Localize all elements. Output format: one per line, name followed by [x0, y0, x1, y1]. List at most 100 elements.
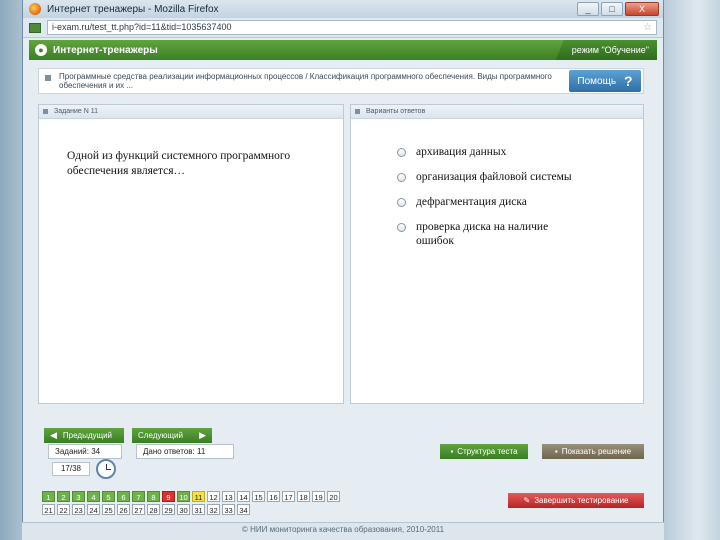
app-header: ● Интернет-тренажеры режим "Обучение" [29, 40, 657, 60]
answer-option[interactable]: дефрагментация диска [397, 195, 643, 209]
previous-label: Предыдущий [62, 431, 112, 440]
task-cell[interactable]: 8 [147, 491, 160, 502]
arrow-left-icon: ◀ [50, 430, 57, 440]
task-cell[interactable]: 26 [117, 504, 130, 515]
minimize-button[interactable]: _ [577, 2, 599, 16]
task-cell[interactable]: 17 [282, 491, 295, 502]
task-cell[interactable]: 22 [57, 504, 70, 515]
answer-label: проверка диска на наличие ошибок [416, 221, 549, 247]
copyright: © НИИ мониторинга качества образования, … [22, 522, 664, 540]
task-cell[interactable]: 12 [207, 491, 220, 502]
answers-panel: Варианты ответов архивация данных органи… [350, 104, 644, 404]
answer-list: архивация данных организация файловой си… [397, 145, 643, 248]
task-cell[interactable]: 10 [177, 491, 190, 502]
task-cell[interactable]: 11 [192, 491, 205, 502]
breadcrumb: Программные средства реализации информац… [38, 68, 644, 94]
task-cell[interactable]: 9 [162, 491, 175, 502]
answer-label: архивация данных [416, 146, 507, 158]
finish-icon: ✎ [523, 496, 531, 505]
radio-button[interactable] [397, 198, 406, 207]
finish-test-button[interactable]: ✎ Завершить тестирование [508, 493, 644, 508]
task-cell[interactable]: 21 [42, 504, 55, 515]
task-cell[interactable]: 1 [42, 491, 55, 502]
app-title: Интернет-тренажеры [53, 44, 158, 56]
task-cell[interactable]: 5 [102, 491, 115, 502]
task-cell[interactable]: 27 [132, 504, 145, 515]
question-mark-icon: ? [624, 73, 633, 89]
structure-label: Структура теста [457, 447, 518, 456]
maximize-button[interactable]: □ [601, 2, 623, 16]
radio-button[interactable] [397, 173, 406, 182]
task-panel: Задание N 11 Одной из функций системного… [38, 104, 344, 404]
task-cell[interactable]: 16 [267, 491, 280, 502]
answer-option[interactable]: проверка диска на наличие ошибок [397, 220, 643, 248]
task-cell[interactable]: 14 [237, 491, 250, 502]
total-tasks: Заданий: 34 [48, 444, 122, 459]
title-bar: Интернет тренажеры - Mozilla Firefox _ □… [23, 0, 663, 18]
background-right [664, 0, 720, 540]
bullet-icon [43, 109, 48, 114]
task-cell[interactable]: 20 [327, 491, 340, 502]
answers-header-label: Варианты ответов [366, 108, 426, 115]
task-cell[interactable]: 33 [222, 504, 235, 515]
window-controls: _ □ X [577, 2, 663, 16]
task-cell[interactable]: 24 [87, 504, 100, 515]
radio-button[interactable] [397, 148, 406, 157]
task-cell[interactable]: 28 [147, 504, 160, 515]
window-title: Интернет тренажеры - Mozilla Firefox [47, 3, 219, 15]
bookmark-star-icon[interactable]: ☆ [643, 21, 656, 34]
test-structure-button[interactable]: ▪ Структура теста [440, 444, 528, 459]
task-cell[interactable]: 13 [222, 491, 235, 502]
radio-button[interactable] [397, 223, 406, 232]
task-cell[interactable]: 2 [57, 491, 70, 502]
answer-label: организация файловой системы [416, 171, 572, 183]
task-grid-row: 1 2 3 4 5 6 7 8 9 10 11 12 13 14 15 16 17 18 19 20 [42, 491, 372, 502]
task-cell[interactable]: 31 [192, 504, 205, 515]
task-cell[interactable]: 6 [117, 491, 130, 502]
help-label: Помощь [577, 75, 617, 87]
finish-label: Завершить тестирование [534, 496, 629, 505]
url-text: i-exam.ru/test_tt.php?id=11&tid=10356374… [52, 22, 232, 32]
task-number: Задание N 11 [54, 108, 98, 115]
task-cell[interactable]: 34 [237, 504, 250, 515]
task-header: Задание N 11 [39, 105, 343, 119]
task-cell[interactable]: 29 [162, 504, 175, 515]
progress-counter: 17/38 [52, 462, 90, 476]
show-solution-button[interactable]: ▪ Показать решение [542, 444, 644, 459]
task-cell[interactable]: 23 [72, 504, 85, 515]
breadcrumb-text: Программные средства реализации информац… [59, 72, 552, 90]
solution-label: Показать решение [561, 447, 632, 456]
answers-header: Варианты ответов [351, 105, 643, 119]
task-cell[interactable]: 3 [72, 491, 85, 502]
app-logo-icon: ● [35, 44, 47, 56]
solution-icon: ▪ [554, 447, 558, 456]
arrow-right-icon: ▶ [199, 430, 206, 440]
answer-option[interactable]: организация файловой системы [397, 170, 643, 184]
next-button[interactable]: Следующий ▶ [132, 428, 212, 443]
task-cell[interactable]: 18 [297, 491, 310, 502]
task-cell[interactable]: 7 [132, 491, 145, 502]
task-cell[interactable]: 4 [87, 491, 100, 502]
address-input[interactable]: i-exam.ru/test_tt.php?id=11&tid=10356374… [47, 20, 657, 35]
close-button[interactable]: X [625, 2, 659, 16]
question-text: Одной из функций системного программного… [67, 150, 291, 177]
task-grid: 1 2 3 4 5 6 7 8 9 10 11 12 13 14 15 16 17 18 19 20 21 22 23 24… [42, 491, 372, 517]
previous-button[interactable]: ◀ Предыдущий [44, 428, 124, 443]
task-cell[interactable]: 25 [102, 504, 115, 515]
task-cell[interactable]: 32 [207, 504, 220, 515]
answer-label: дефрагментация диска [416, 196, 527, 208]
url-bar: i-exam.ru/test_tt.php?id=11&tid=10356374… [23, 18, 663, 38]
site-icon [29, 22, 41, 33]
task-cell[interactable]: 19 [312, 491, 325, 502]
answers-given: Дано ответов: 11 [136, 444, 234, 459]
task-cell[interactable]: 30 [177, 504, 190, 515]
structure-icon: ▪ [450, 447, 454, 456]
bullet-icon [355, 109, 360, 114]
next-label: Следующий [138, 431, 183, 440]
help-button[interactable]: Помощь ? [569, 70, 641, 92]
answer-option[interactable]: архивация данных [397, 145, 643, 159]
firefox-icon [29, 3, 41, 15]
mode-indicator: режим "Обучение" [555, 40, 657, 60]
task-cell[interactable]: 15 [252, 491, 265, 502]
task-grid-row: 21 22 23 24 25 26 27 28 29 30 31 32 33 34 [42, 504, 372, 515]
